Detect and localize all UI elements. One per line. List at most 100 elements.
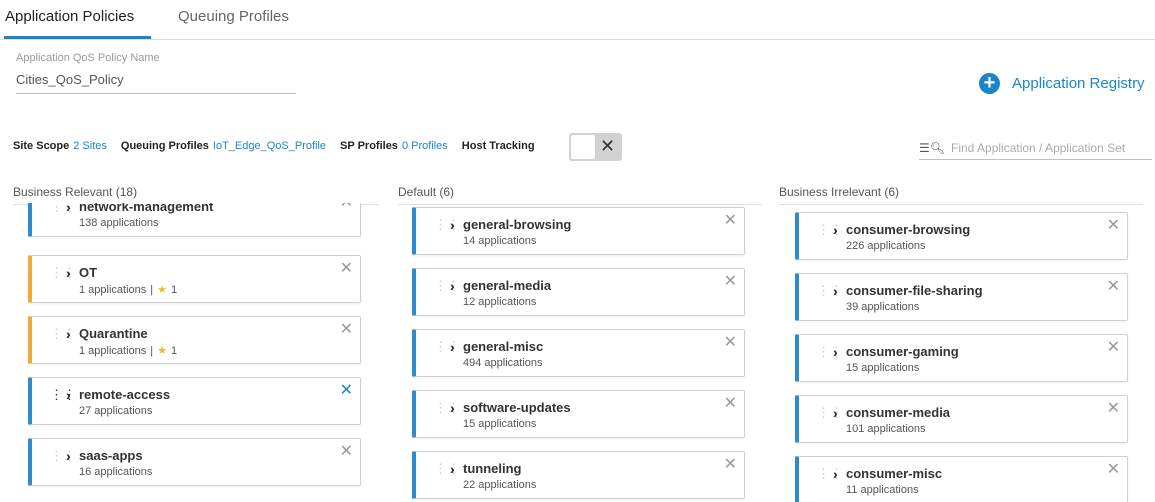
application-set-card[interactable]: ⋮⋮ › OT 1 applications | ★ 1 ✕ bbox=[28, 255, 361, 303]
drag-handle-icon[interactable]: ⋮⋮ bbox=[434, 401, 460, 414]
chevron-right-icon[interactable]: › bbox=[450, 400, 455, 416]
chevron-right-icon[interactable]: › bbox=[833, 344, 838, 360]
application-set-card[interactable]: ⋮⋮› network-management 138 applications ✕ bbox=[28, 203, 361, 237]
application-set-name: consumer-file-sharing bbox=[846, 283, 983, 298]
application-registry-button[interactable]: + Application Registry bbox=[979, 73, 1145, 94]
close-icon[interactable]: ✕ bbox=[340, 203, 353, 212]
application-count: 39 applications bbox=[846, 301, 920, 313]
application-set-name: consumer-browsing bbox=[846, 222, 971, 237]
scope-bar: Site Scope 2 Sites Queuing Profiles IoT_… bbox=[13, 140, 539, 152]
application-set-card[interactable]: ⋮⋮ › tunneling 22 applications ✕ bbox=[412, 451, 745, 499]
chevron-right-icon[interactable]: › bbox=[450, 339, 455, 355]
close-icon[interactable]: ✕ bbox=[724, 454, 737, 474]
close-icon[interactable]: ✕ bbox=[340, 380, 353, 400]
close-icon[interactable]: ✕ bbox=[724, 393, 737, 413]
application-count: 101 applications bbox=[846, 423, 926, 435]
drag-handle-icon[interactable]: ⋮⋮ bbox=[817, 223, 843, 236]
application-count: 11 applications bbox=[846, 484, 919, 496]
application-set-name: remote-access bbox=[79, 387, 171, 402]
tab-bar: Application Policies Queuing Profiles bbox=[0, 0, 1155, 40]
queuing-profile-link[interactable]: IoT_Edge_QoS_Profile bbox=[213, 140, 326, 152]
application-set-card[interactable]: ⋮⋮ › consumer-misc 11 applications ✕ bbox=[795, 456, 1128, 502]
close-icon[interactable]: ✕ bbox=[724, 210, 737, 230]
drag-handle-icon[interactable]: ⋮⋮ bbox=[50, 388, 76, 401]
chevron-right-icon[interactable]: › bbox=[833, 283, 838, 299]
separator: | bbox=[150, 344, 154, 357]
site-scope-link[interactable]: 2 Sites bbox=[73, 140, 107, 152]
application-set-card[interactable]: ⋮⋮ › Quarantine 1 applications | ★ 1 ✕ bbox=[28, 316, 361, 364]
application-count: 27 applications bbox=[79, 405, 153, 417]
drag-handle-icon[interactable]: ⋮⋮ bbox=[817, 284, 843, 297]
application-set-details: 39 applications bbox=[846, 301, 919, 313]
sp-profiles-link[interactable]: 0 Profiles bbox=[402, 140, 448, 152]
close-icon[interactable]: ✕ bbox=[1107, 215, 1120, 235]
close-icon[interactable]: ✕ bbox=[1107, 459, 1120, 479]
tab-queuing-profiles[interactable]: Queuing Profiles bbox=[178, 8, 289, 25]
application-set-name: software-updates bbox=[463, 400, 571, 415]
chevron-right-icon[interactable]: › bbox=[66, 265, 71, 281]
close-icon[interactable]: ✕ bbox=[724, 271, 737, 291]
policy-name-field[interactable]: Cities_QoS_Policy bbox=[16, 71, 296, 94]
application-set-card[interactable]: ⋮⋮ › saas-apps 16 applications ✕ bbox=[28, 438, 361, 486]
close-icon[interactable]: ✕ bbox=[1107, 337, 1120, 357]
application-set-card[interactable]: ⋮⋮ › general-browsing 14 applications ✕ bbox=[412, 207, 745, 255]
application-count: 15 applications bbox=[463, 418, 537, 430]
application-set-details: 15 applications bbox=[846, 362, 919, 374]
close-icon[interactable]: ✕ bbox=[1107, 398, 1120, 418]
application-count: 16 applications bbox=[79, 466, 153, 478]
chevron-right-icon[interactable]: › bbox=[833, 466, 838, 482]
host-tracking-toggle[interactable]: ✕ bbox=[569, 133, 622, 161]
application-set-details: 27 applications bbox=[79, 405, 152, 417]
application-set-card[interactable]: ⋮⋮ › general-media 12 applications ✕ bbox=[412, 268, 745, 316]
drag-handle-icon[interactable]: ⋮⋮ bbox=[50, 449, 76, 462]
application-set-card[interactable]: ⋮⋮ › consumer-media 101 applications ✕ bbox=[795, 395, 1128, 443]
close-icon[interactable]: ✕ bbox=[1107, 276, 1120, 296]
drag-handle-icon[interactable]: ⋮⋮ bbox=[50, 266, 76, 279]
chevron-right-icon[interactable]: › bbox=[66, 203, 71, 215]
application-set-card[interactable]: ⋮⋮ › consumer-file-sharing 39 applications ✕ bbox=[795, 273, 1128, 321]
chevron-right-icon[interactable]: › bbox=[450, 217, 455, 233]
application-count: 1 applications bbox=[79, 283, 147, 296]
drag-handle-icon[interactable]: ⋮⋮ bbox=[50, 327, 76, 340]
drag-handle-icon[interactable]: ⋮⋮ bbox=[434, 279, 460, 292]
drag-handle-icon[interactable]: ⋮⋮ bbox=[50, 203, 76, 213]
application-set-name: consumer-gaming bbox=[846, 344, 959, 359]
application-count: 14 applications bbox=[463, 235, 537, 247]
drag-handle-icon[interactable]: ⋮⋮ bbox=[434, 462, 460, 475]
policy-name-label: Application QoS Policy Name bbox=[16, 52, 160, 64]
application-set-details: 22 applications bbox=[463, 479, 536, 491]
drag-handle-icon[interactable]: ⋮⋮ bbox=[817, 467, 843, 480]
drag-handle-icon[interactable]: ⋮⋮ bbox=[434, 340, 460, 353]
application-set-name: general-browsing bbox=[463, 217, 572, 232]
chevron-right-icon[interactable]: › bbox=[66, 387, 71, 403]
chevron-right-icon[interactable]: › bbox=[833, 222, 838, 238]
application-set-card[interactable]: ⋮⋮ › general-misc 494 applications ✕ bbox=[412, 329, 745, 377]
application-set-details: 1 applications | ★ 1 bbox=[79, 344, 178, 358]
find-application-input[interactable] bbox=[951, 140, 1151, 155]
chevron-right-icon[interactable]: › bbox=[66, 326, 71, 342]
chevron-right-icon[interactable]: › bbox=[450, 278, 455, 294]
application-set-card[interactable]: ⋮⋮ › software-updates 15 applications ✕ bbox=[412, 390, 745, 438]
column-header-business-relevant: Business Relevant (18) bbox=[13, 185, 379, 205]
drag-handle-icon[interactable]: ⋮⋮ bbox=[817, 345, 843, 358]
application-set-details: 494 applications bbox=[463, 357, 543, 369]
close-icon[interactable]: ✕ bbox=[340, 258, 353, 278]
application-count: 12 applications bbox=[463, 296, 537, 308]
close-icon[interactable]: ✕ bbox=[724, 332, 737, 352]
application-set-details: 16 applications bbox=[79, 466, 152, 478]
chevron-right-icon[interactable]: › bbox=[66, 448, 71, 464]
drag-handle-icon[interactable]: ⋮⋮ bbox=[434, 218, 460, 231]
application-count: 138 applications bbox=[79, 217, 159, 229]
application-set-card[interactable]: ⋮⋮ › remote-access 27 applications ✕ bbox=[28, 377, 361, 425]
close-icon[interactable]: ✕ bbox=[340, 441, 353, 461]
tab-application-policies[interactable]: Application Policies bbox=[5, 8, 134, 25]
application-count: 1 applications bbox=[79, 344, 147, 357]
chevron-right-icon[interactable]: › bbox=[450, 461, 455, 477]
application-set-card[interactable]: ⋮⋮ › consumer-gaming 15 applications ✕ bbox=[795, 334, 1128, 382]
chevron-right-icon[interactable]: › bbox=[833, 405, 838, 421]
application-set-name: consumer-media bbox=[846, 405, 951, 420]
application-set-card[interactable]: ⋮⋮ › consumer-browsing 226 applications ✕ bbox=[795, 212, 1128, 260]
favorite-count: 1 bbox=[171, 344, 178, 357]
close-icon[interactable]: ✕ bbox=[340, 319, 353, 339]
drag-handle-icon[interactable]: ⋮⋮ bbox=[817, 406, 843, 419]
